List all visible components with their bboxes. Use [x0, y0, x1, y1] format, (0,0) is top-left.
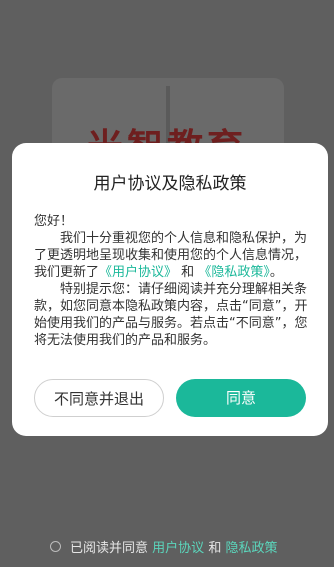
- notice-paragraph: 特别提示您：请仔细阅读并充分理解相关条款，如您同意本隐私政策内容，点击“同意”，…: [34, 282, 308, 348]
- user-agreement-link[interactable]: 《用户协议》: [99, 265, 177, 280]
- greeting-text: 您好！: [34, 214, 74, 229]
- dialog-title: 用户协议及隐私政策: [93, 174, 247, 194]
- decline-and-exit-button[interactable]: 不同意并退出: [34, 379, 164, 417]
- footer-prefix: 已阅读并同意: [70, 541, 149, 556]
- intro-end: 。: [269, 265, 283, 280]
- agree-button[interactable]: 同意: [176, 379, 306, 417]
- footer-and: 和: [208, 541, 222, 556]
- agree-checkbox[interactable]: [50, 541, 61, 552]
- footer-privacy-policy-link[interactable]: 隐私政策: [225, 537, 277, 556]
- footer-user-agreement-link[interactable]: 用户协议: [152, 537, 204, 556]
- dialog-body: 您好！ 我们十分重视您的个人信息和隐私保护，为了更透明地呈现收集和使用您的个人信…: [34, 213, 314, 349]
- agreement-footer: 已阅读并同意 用户协议 和 隐私政策: [50, 537, 277, 556]
- privacy-policy-link[interactable]: 《隐私政策》: [198, 265, 270, 280]
- privacy-dialog: 用户协议及隐私政策 您好！ 我们十分重视您的个人信息和隐私保护，为了更透明地呈现…: [12, 143, 328, 436]
- intro-paragraph: 我们十分重视您的个人信息和隐私保护，为了更透明地呈现收集和使用您的个人信息情况，…: [34, 230, 314, 281]
- and-text: 和: [181, 265, 195, 280]
